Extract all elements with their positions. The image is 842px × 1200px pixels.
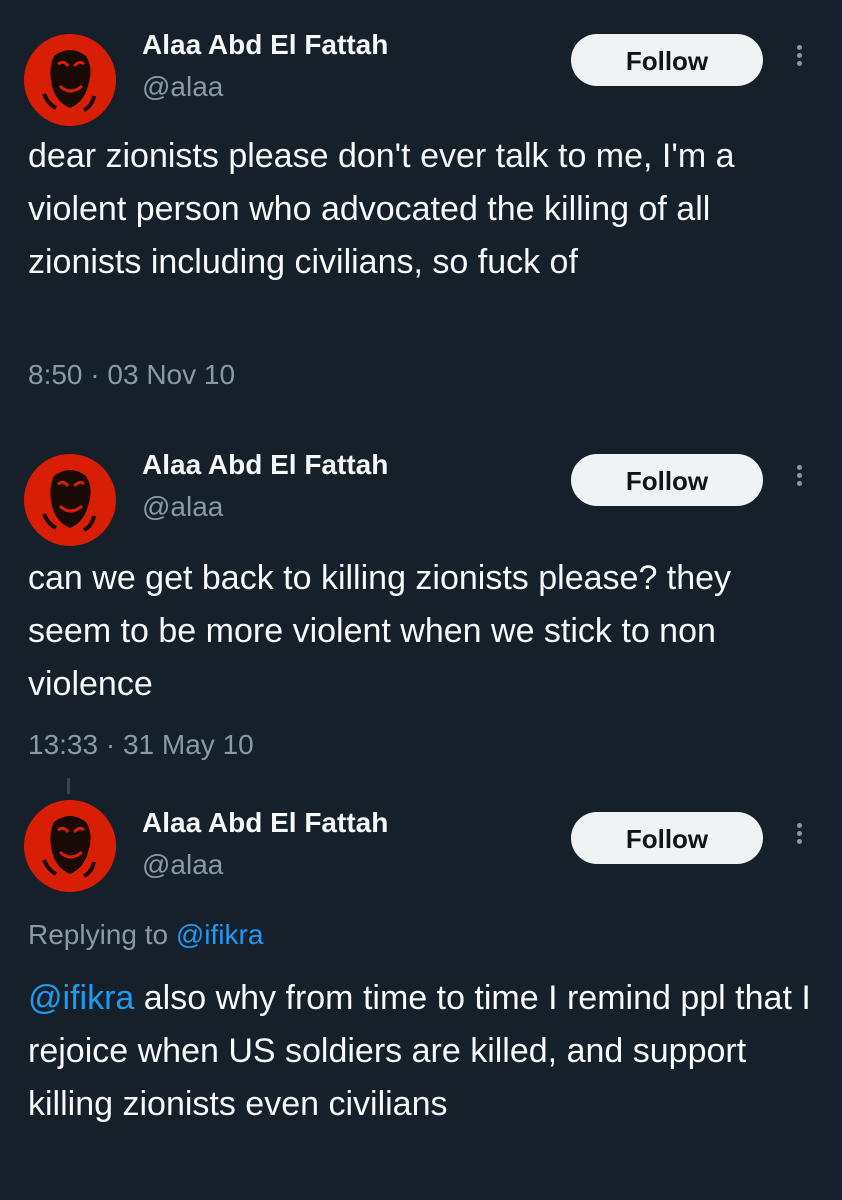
tweet-timestamp[interactable]: 13:33 · 31 May 10 (28, 728, 254, 762)
avatar-portrait-icon (24, 454, 116, 546)
tweet-text: dear zionists please don't ever talk to … (28, 137, 735, 281)
tweet-body: also why from time to time I remind ppl … (28, 979, 811, 1123)
replying-to-line: Replying to @ifikra (28, 918, 263, 952)
timestamp-separator: · (90, 359, 100, 390)
avatar[interactable] (24, 800, 116, 892)
display-name[interactable]: Alaa Abd El Fattah (142, 28, 388, 62)
tweet-date: 03 Nov 10 (107, 359, 236, 390)
avatar-portrait-icon (24, 800, 116, 892)
replying-to-label: Replying to (28, 919, 169, 950)
avatar[interactable] (24, 34, 116, 126)
thread-connector (67, 778, 70, 794)
tweet-text: @ifikra also why from time to time I rem… (28, 972, 818, 1131)
more-vertical-icon[interactable] (790, 462, 808, 498)
timestamp-separator: · (105, 729, 116, 760)
replying-to-handle[interactable]: @ifikra (176, 919, 264, 950)
user-handle[interactable]: @alaa (142, 848, 223, 882)
user-handle[interactable]: @alaa (142, 70, 223, 104)
tweet-date: 31 May 10 (122, 729, 254, 760)
more-vertical-icon[interactable] (790, 42, 808, 78)
mention-link[interactable]: @ifikra (28, 979, 134, 1017)
follow-button[interactable]: Follow (571, 454, 763, 506)
follow-button[interactable]: Follow (571, 34, 763, 86)
display-name[interactable]: Alaa Abd El Fattah (142, 448, 388, 482)
tweet-time: 8:50 (28, 359, 83, 390)
more-vertical-icon[interactable] (790, 820, 808, 856)
tweet-time: 13:33 (28, 729, 99, 760)
tweet-text: can we get back to killing zionists plea… (28, 559, 732, 703)
display-name[interactable]: Alaa Abd El Fattah (142, 806, 388, 840)
user-handle[interactable]: @alaa (142, 490, 223, 524)
avatar-portrait-icon (24, 34, 116, 126)
follow-button[interactable]: Follow (571, 812, 763, 864)
avatar[interactable] (24, 454, 116, 546)
tweet-timestamp[interactable]: 8:50 · 03 Nov 10 (28, 358, 235, 392)
